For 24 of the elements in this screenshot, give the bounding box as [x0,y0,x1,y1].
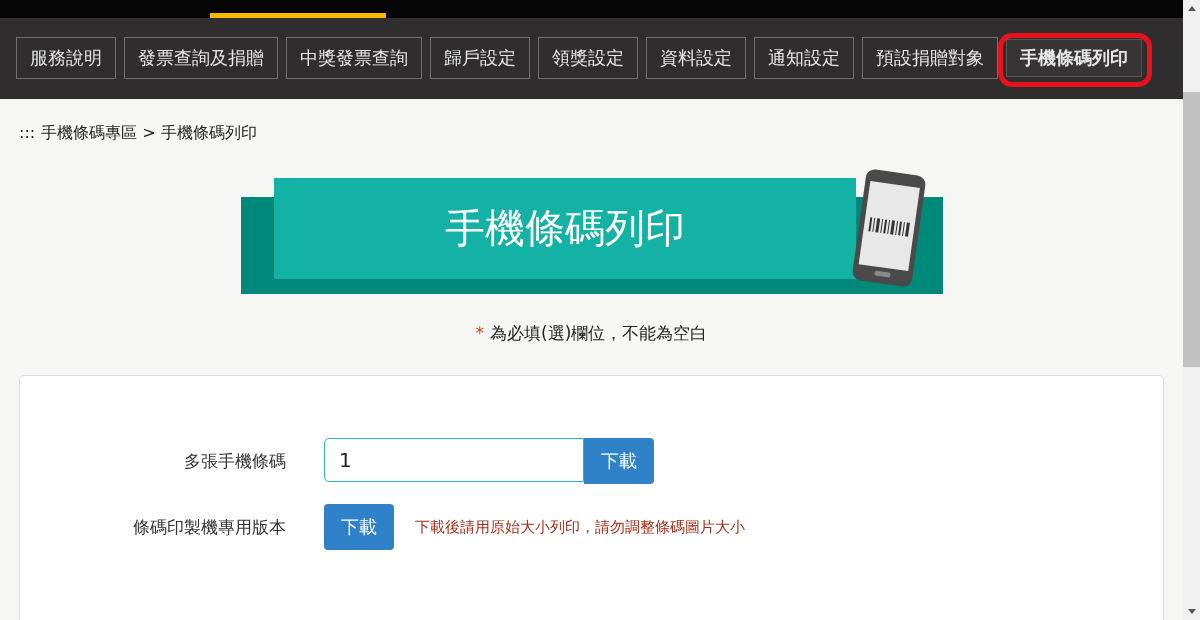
nav-tab[interactable]: 手機條碼列印 [1006,39,1142,77]
nav-tab[interactable]: 領獎設定 [538,37,638,79]
scrollbar-thumb[interactable] [1183,92,1200,367]
download-button[interactable]: 下載 [324,504,394,550]
required-note: 為必填(選)欄位，不能為空白 [490,323,708,343]
nav-tab[interactable]: 預設捐贈對象 [862,37,998,79]
banner-title: 手機條碼列印 [444,204,685,253]
nav-tab[interactable]: 歸戶設定 [430,37,530,79]
nav-tab[interactable]: 通知設定 [754,37,854,79]
scroll-down-icon[interactable] [1187,609,1196,614]
field-label: 條碼印製機專用版本 [132,515,286,539]
field-label: 多張手機條碼 [183,449,286,473]
download-button[interactable]: 下載 [584,438,654,484]
scrollbar[interactable] [1183,0,1200,620]
breadcrumb: 手機條碼專區 > 手機條碼列印 [41,123,257,144]
nav-tab[interactable]: 中獎發票查詢 [286,37,422,79]
download-note: 下載後請用原始大小列印，請勿調整條碼圖片大小 [415,517,745,537]
input-field[interactable]: 1 [324,438,584,482]
required-mark: * [475,323,485,343]
breadcrumb-marker: ::: [19,123,36,144]
scroll-up-icon[interactable] [1187,6,1196,11]
nav-tab[interactable]: 發票查詢及捐贈 [124,37,278,79]
nav-tab[interactable]: 資料設定 [646,37,746,79]
nav-tab[interactable]: 服務說明 [16,37,116,79]
